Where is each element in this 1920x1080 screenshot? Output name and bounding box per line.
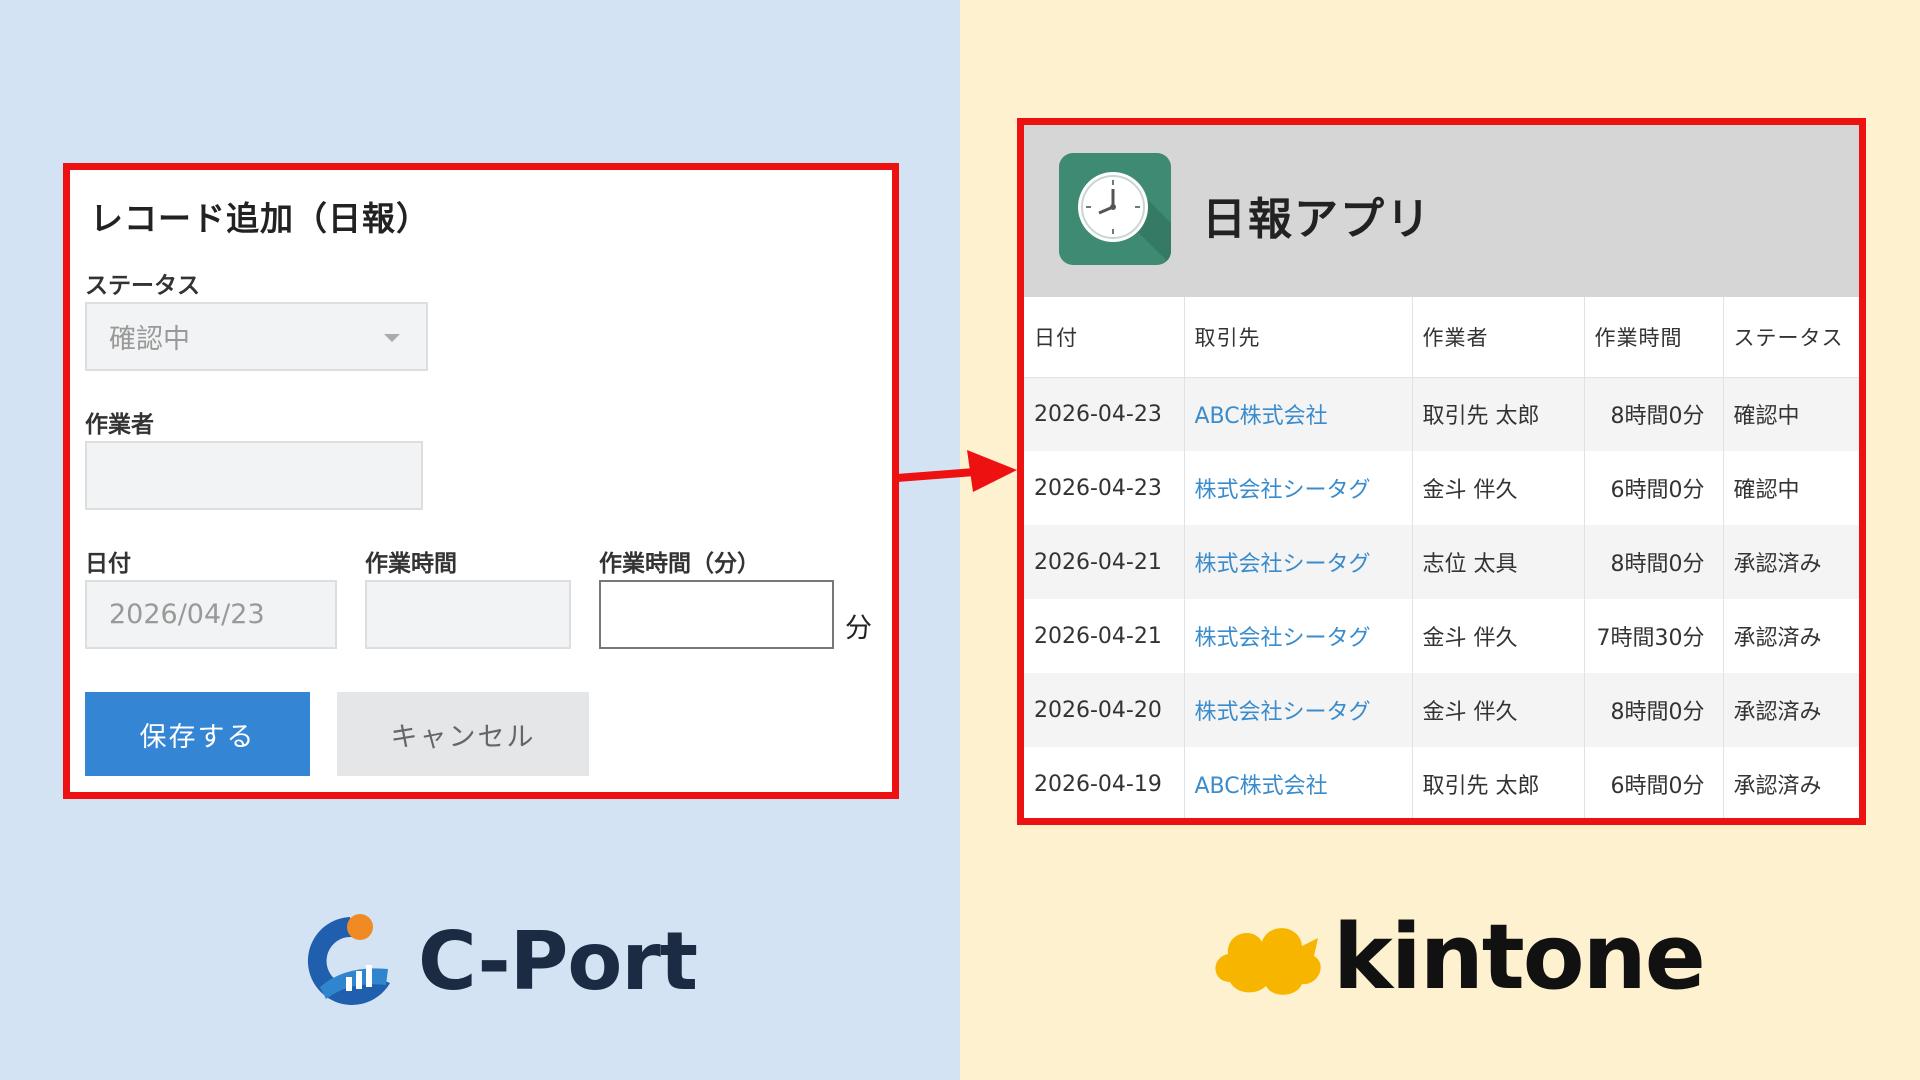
- table-row[interactable]: 2026-04-20 株式会社シータグ 金斗 伴久 8時間0分 承認済み: [1024, 673, 1859, 747]
- save-button[interactable]: 保存する: [85, 692, 310, 776]
- status-dropdown[interactable]: 確認中: [85, 302, 428, 371]
- record-add-form: レコード追加（日報） ステータス 確認中 作業者 日付 2026/04/23 作…: [63, 163, 899, 799]
- status-label: ステータス: [85, 273, 200, 299]
- cell-client-link[interactable]: ABC株式会社: [1184, 377, 1413, 451]
- status-dropdown-value: 確認中: [109, 324, 190, 355]
- cell-work-time: 7時間30分: [1584, 599, 1724, 673]
- date-field[interactable]: 2026/04/23: [85, 580, 337, 649]
- work-time-label: 作業時間: [365, 551, 457, 577]
- cell-work-time: 6時間0分: [1584, 747, 1724, 818]
- cell-client-link[interactable]: ABC株式会社: [1184, 747, 1413, 818]
- app-title: 日報アプリ: [1202, 194, 1432, 245]
- cell-worker: 金斗 伴久: [1412, 451, 1585, 525]
- work-minutes-input[interactable]: [599, 580, 834, 649]
- date-field-value: 2026/04/23: [109, 599, 265, 630]
- cell-client-link[interactable]: 株式会社シータグ: [1184, 451, 1413, 525]
- cell-client-link[interactable]: 株式会社シータグ: [1184, 599, 1413, 673]
- chevron-down-icon: [384, 334, 400, 342]
- worker-field[interactable]: [85, 441, 423, 510]
- cell-client-link[interactable]: 株式会社シータグ: [1184, 525, 1413, 599]
- worker-label: 作業者: [85, 412, 154, 438]
- cell-work-time: 6時間0分: [1584, 451, 1724, 525]
- column-header-worker[interactable]: 作業者: [1412, 297, 1585, 378]
- column-header-work-time[interactable]: 作業時間: [1584, 297, 1724, 378]
- cell-client-link[interactable]: 株式会社シータグ: [1184, 673, 1413, 747]
- table-row[interactable]: 2026-04-21 株式会社シータグ 志位 太具 8時間0分 承認済み: [1024, 525, 1859, 599]
- kintone-cloud-icon: [1215, 928, 1321, 995]
- cancel-button[interactable]: キャンセル: [337, 692, 589, 776]
- cport-logo-icon: [307, 914, 390, 1005]
- table-row[interactable]: 2026-04-23 株式会社シータグ 金斗 伴久 6時間0分 確認中: [1024, 451, 1859, 525]
- column-header-date[interactable]: 日付: [1024, 297, 1185, 378]
- table-header-row: 日付 取引先 作業者 作業時間 ステータス: [1024, 297, 1859, 378]
- cell-status: 承認済み: [1723, 747, 1859, 818]
- table-row[interactable]: 2026-04-21 株式会社シータグ 金斗 伴久 7時間30分 承認済み: [1024, 599, 1859, 673]
- work-minutes-label: 作業時間（分）: [599, 551, 760, 577]
- cell-status: 確認中: [1723, 451, 1859, 525]
- clock-icon: [1059, 153, 1171, 265]
- cell-status: 承認済み: [1723, 673, 1859, 747]
- cport-logo-text: C-Port: [418, 915, 698, 1008]
- cell-status: 承認済み: [1723, 599, 1859, 673]
- minutes-unit: 分: [845, 613, 872, 644]
- date-label: 日付: [85, 551, 131, 577]
- app-header: 日報アプリ: [1024, 125, 1859, 297]
- cell-worker: 志位 太具: [1412, 525, 1585, 599]
- form-title: レコード追加（日報）: [90, 199, 430, 238]
- column-header-status[interactable]: ステータス: [1723, 297, 1859, 378]
- cell-worker: 取引先 太郎: [1412, 747, 1585, 818]
- records-table: 日付 取引先 作業者 作業時間 ステータス 2026-04-23 ABC株式会社…: [1024, 297, 1859, 818]
- cell-status: 確認中: [1723, 377, 1859, 451]
- cell-work-time: 8時間0分: [1584, 377, 1724, 451]
- cell-work-time: 8時間0分: [1584, 673, 1724, 747]
- kintone-logo-text: kintone: [1333, 905, 1706, 1010]
- cell-worker: 取引先 太郎: [1412, 377, 1585, 451]
- cell-date: 2026-04-21: [1024, 525, 1185, 599]
- cell-date: 2026-04-23: [1024, 451, 1185, 525]
- cell-worker: 金斗 伴久: [1412, 599, 1585, 673]
- cell-date: 2026-04-20: [1024, 673, 1185, 747]
- work-time-field[interactable]: [365, 580, 571, 649]
- arrow-right-icon: [896, 450, 1017, 492]
- column-header-client[interactable]: 取引先: [1184, 297, 1413, 378]
- cell-date: 2026-04-19: [1024, 747, 1185, 818]
- cell-date: 2026-04-23: [1024, 377, 1185, 451]
- table-row[interactable]: 2026-04-23 ABC株式会社 取引先 太郎 8時間0分 確認中: [1024, 377, 1859, 451]
- cell-date: 2026-04-21: [1024, 599, 1185, 673]
- cell-work-time: 8時間0分: [1584, 525, 1724, 599]
- table-row[interactable]: 2026-04-19 ABC株式会社 取引先 太郎 6時間0分 承認済み: [1024, 747, 1859, 818]
- cell-worker: 金斗 伴久: [1412, 673, 1585, 747]
- cell-status: 承認済み: [1723, 525, 1859, 599]
- kintone-app-view: 日報アプリ 日付 取引先 作業者 作業時間 ステータス 2026-04-23 A…: [1017, 118, 1866, 825]
